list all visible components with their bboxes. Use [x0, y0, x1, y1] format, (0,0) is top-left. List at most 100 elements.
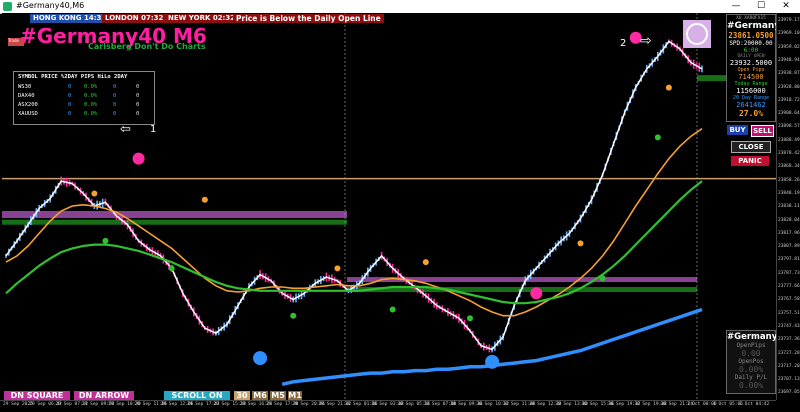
green-marker — [102, 237, 109, 244]
symbol-table: SYMBOL PRICE %2DAY PIPS HiLo 2DAY WS30 0… — [13, 71, 155, 125]
symbol-price: 0 — [68, 84, 72, 90]
y-tick-label: 23948.94 — [778, 57, 800, 63]
open-pos-label: OpenPos — [738, 358, 764, 365]
orange-marker — [91, 190, 98, 197]
symbol-pips: 0 — [113, 111, 117, 117]
chart-subtitle: Carlsberg Don't Do Charts — [88, 42, 206, 51]
panel-price: 23861.0500 — [728, 31, 774, 40]
support-zone — [2, 219, 347, 225]
left-arrow-icon: ⇦ — [120, 122, 131, 137]
table-row: WS30 0 0.0% 0 0 — [18, 84, 153, 92]
orange-marker — [577, 240, 584, 247]
y-tick-label: 23717.20 — [778, 363, 800, 369]
daily-pl-label: Daily P/L — [734, 374, 768, 381]
open-pips-value: 0.00 — [741, 349, 761, 358]
y-tick-label: 23797.81 — [778, 257, 800, 263]
y-tick-label: 23959.02 — [778, 44, 800, 50]
panel-20day-range: 2641462 — [736, 101, 766, 109]
panel-spread: SPD:20000.00 — [729, 40, 773, 47]
daily-pl-value: 0.00% — [738, 381, 764, 390]
y-tick-label: 23737.36 — [778, 337, 800, 343]
green-marker — [389, 306, 396, 313]
symbol-price: 0 — [68, 102, 72, 108]
symbol-pct: 0.0% — [84, 111, 98, 117]
panel-today-range: 1156000 — [736, 87, 766, 95]
orange-marker — [422, 259, 429, 266]
close-position-button[interactable]: CLOSE — [731, 141, 771, 153]
symbol-pips: 0 — [113, 102, 117, 108]
symbol-name: XAUUSD — [18, 111, 38, 117]
y-tick-label: 23697.05 — [778, 390, 800, 396]
panel-percent: 27.0% — [738, 109, 764, 118]
table-row: XAUUSD 0 0.0% 0 0 — [18, 111, 153, 119]
symbol-price: 0 — [68, 111, 72, 117]
symbol-pct: 0.0% — [84, 84, 98, 90]
clock-new-york: NEW YORK 02:32 — [165, 14, 239, 23]
open-pos-value: 0.00% — [738, 365, 764, 374]
annotation-2: 2 — [620, 38, 627, 49]
sell-button[interactable]: SELL — [751, 125, 774, 137]
y-tick-label: 23938.87 — [778, 71, 800, 77]
orange-marker — [665, 84, 672, 91]
y-tick-label: 23727.28 — [778, 350, 800, 356]
y-tick-label: 23777.66 — [778, 284, 800, 289]
open-pips-label: OpenPips — [736, 342, 766, 349]
y-tick-label: 23928.80 — [778, 84, 800, 90]
symbol-pips: 0 — [113, 84, 117, 90]
symbol-hilo: 0 — [136, 84, 140, 90]
y-tick-label: 23979.17 — [778, 18, 800, 23]
y-tick-label: 23908.64 — [778, 111, 800, 117]
y-tick-label: 23767.58 — [778, 297, 800, 303]
green-marker — [599, 275, 606, 282]
y-tick-label: 23787.73 — [778, 270, 800, 276]
y-tick-label: 23898.57 — [778, 124, 800, 130]
symbol-pips: 0 — [113, 93, 117, 99]
panel-timer: 6:00 — [743, 47, 759, 54]
y-tick-label: 23817.96 — [778, 230, 800, 236]
green-marker — [654, 134, 661, 141]
y-tick-label: 23807.89 — [778, 244, 800, 250]
positions-symbol: #Germany — [727, 332, 778, 342]
orange-marker — [201, 196, 208, 203]
support-zone — [697, 75, 727, 82]
table-row: ASX200 0 0.0% 0 0 — [18, 102, 153, 110]
pink-marker — [132, 152, 145, 165]
green-marker — [290, 312, 297, 319]
window-titlebar: #Germany40,M6 — ☐ ✕ — [0, 0, 800, 14]
pink-marker — [530, 287, 543, 300]
maximize-button[interactable]: ☐ — [749, 0, 773, 13]
panel-symbol: #Germany — [727, 21, 781, 31]
symbol-price: 0 — [68, 93, 72, 99]
blue-marker — [485, 354, 500, 369]
panel-daily-open: 23932.5000 — [729, 59, 773, 67]
positions-panel: #Germany OpenPips 0.00 OpenPos 0.00% Dai… — [726, 330, 778, 394]
close-window-button[interactable]: ✕ — [774, 0, 798, 13]
symbol-name: DAX40 — [18, 93, 35, 99]
buy-button[interactable]: BUY — [727, 125, 748, 135]
panic-button[interactable]: PANIC — [731, 156, 769, 166]
info-panel: XU XAROFX15 #Germany 23861.0500 SPD:2000… — [726, 14, 781, 122]
clock-london: LONDON 07:32 — [102, 14, 167, 23]
green-marker — [168, 265, 175, 272]
alert-banner: Price is Below the Daily Open Line — [233, 14, 384, 23]
y-tick-label: 23918.72 — [778, 97, 800, 103]
symbol-pct: 0.0% — [84, 93, 98, 99]
y-tick-label: 23888.49 — [778, 137, 800, 143]
y-tick-label: 23858.26 — [778, 177, 800, 183]
symbol-hilo: 0 — [136, 111, 140, 117]
x-tick-label: 1 Oct 04:42 — [739, 402, 770, 407]
minimize-button[interactable]: — — [724, 0, 748, 13]
panel-open-pips: 714500 — [738, 73, 764, 81]
y-tick-label: 23757.51 — [778, 310, 800, 316]
y-tick-label: 23707.13 — [778, 377, 800, 383]
symbol-hilo: 0 — [136, 102, 140, 108]
table-row: DAX40 0 0.0% 0 0 — [18, 93, 153, 101]
symbol-name: ASX200 — [18, 102, 38, 108]
y-tick-label: 23969.10 — [778, 31, 800, 37]
right-arrow-icon: ⇨ — [640, 33, 652, 49]
blue-marker — [253, 351, 268, 366]
y-tick-label: 23828.04 — [778, 217, 800, 223]
green-marker — [467, 315, 473, 322]
app-icon — [3, 2, 12, 11]
y-tick-label: 23868.34 — [778, 164, 800, 170]
